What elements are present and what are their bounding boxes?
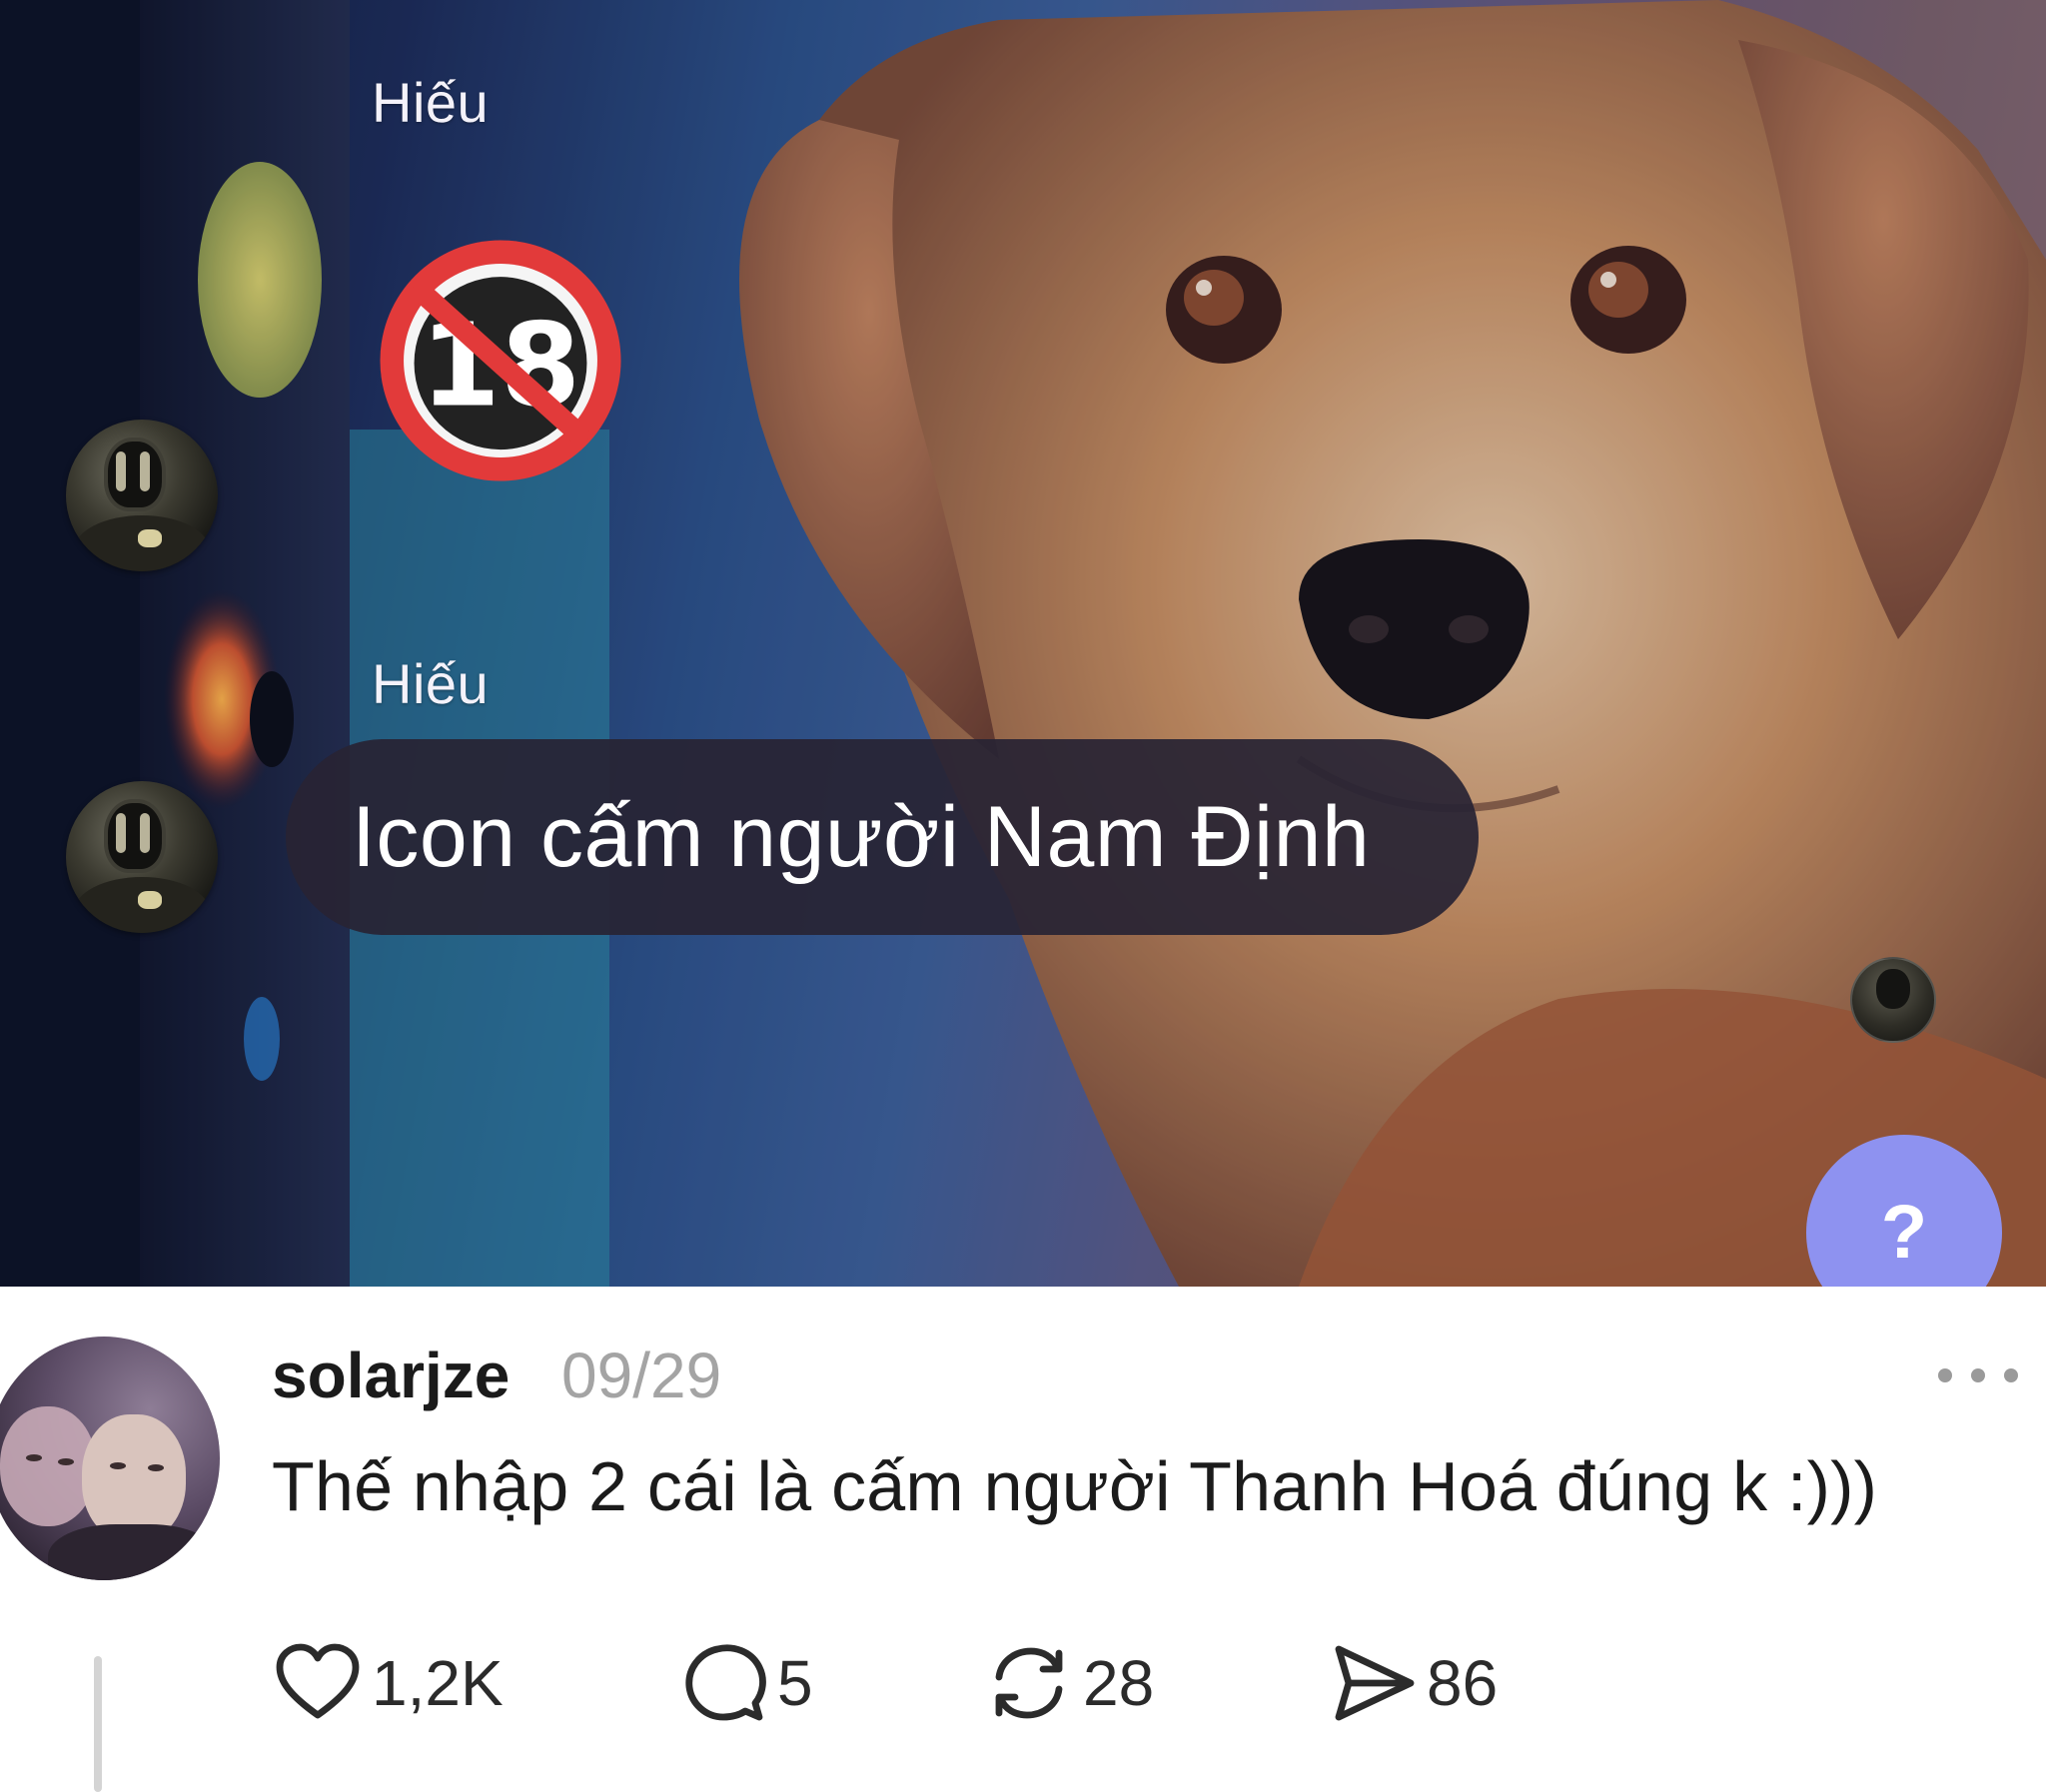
repost-button[interactable]: 28 xyxy=(981,1638,1154,1728)
comment-icon xyxy=(685,1644,766,1721)
like-count: 1,2K xyxy=(372,1647,504,1719)
more-dots-icon[interactable] xyxy=(1938,1360,2018,1390)
comment-button[interactable]: 5 xyxy=(675,1638,813,1728)
thread-line xyxy=(94,1656,102,1792)
post-text: Thế nhập 2 cái là cấm người Thanh Hoá đú… xyxy=(272,1447,1878,1525)
sender-avatar[interactable] xyxy=(66,781,218,933)
sender-avatar[interactable] xyxy=(66,420,218,571)
sender-name: Hiếu xyxy=(372,71,490,134)
post-card: solarjze 09/29 Thế nhập 2 cái là cấm ngư… xyxy=(0,1287,2046,1792)
chat-screenshot: Hiếu 18 Hiếu Icon cấm người Nam Định ? xyxy=(0,0,2046,1287)
sender-name: Hiếu xyxy=(372,652,490,715)
message-bubble[interactable]: Icon cấm người Nam Định xyxy=(286,739,1479,935)
no-one-under-eighteen-icon: 18 xyxy=(380,240,621,481)
heart-icon xyxy=(276,1643,360,1719)
seen-receipt-avatar xyxy=(1850,957,1936,1043)
author-avatar[interactable] xyxy=(0,1337,220,1580)
message-text: Icon cấm người Nam Định xyxy=(352,788,1371,885)
share-button[interactable]: 86 xyxy=(1325,1638,1498,1728)
post-username[interactable]: solarjze xyxy=(272,1339,510,1412)
comment-count: 5 xyxy=(777,1647,813,1719)
chat-wallpaper xyxy=(0,0,2046,1287)
share-count: 86 xyxy=(1427,1647,1499,1719)
repost-count: 28 xyxy=(1083,1647,1155,1719)
repost-icon xyxy=(995,1647,1063,1719)
send-icon xyxy=(1335,1645,1415,1721)
like-button[interactable]: 1,2K xyxy=(270,1638,504,1728)
post-date: 09/29 xyxy=(561,1340,722,1411)
